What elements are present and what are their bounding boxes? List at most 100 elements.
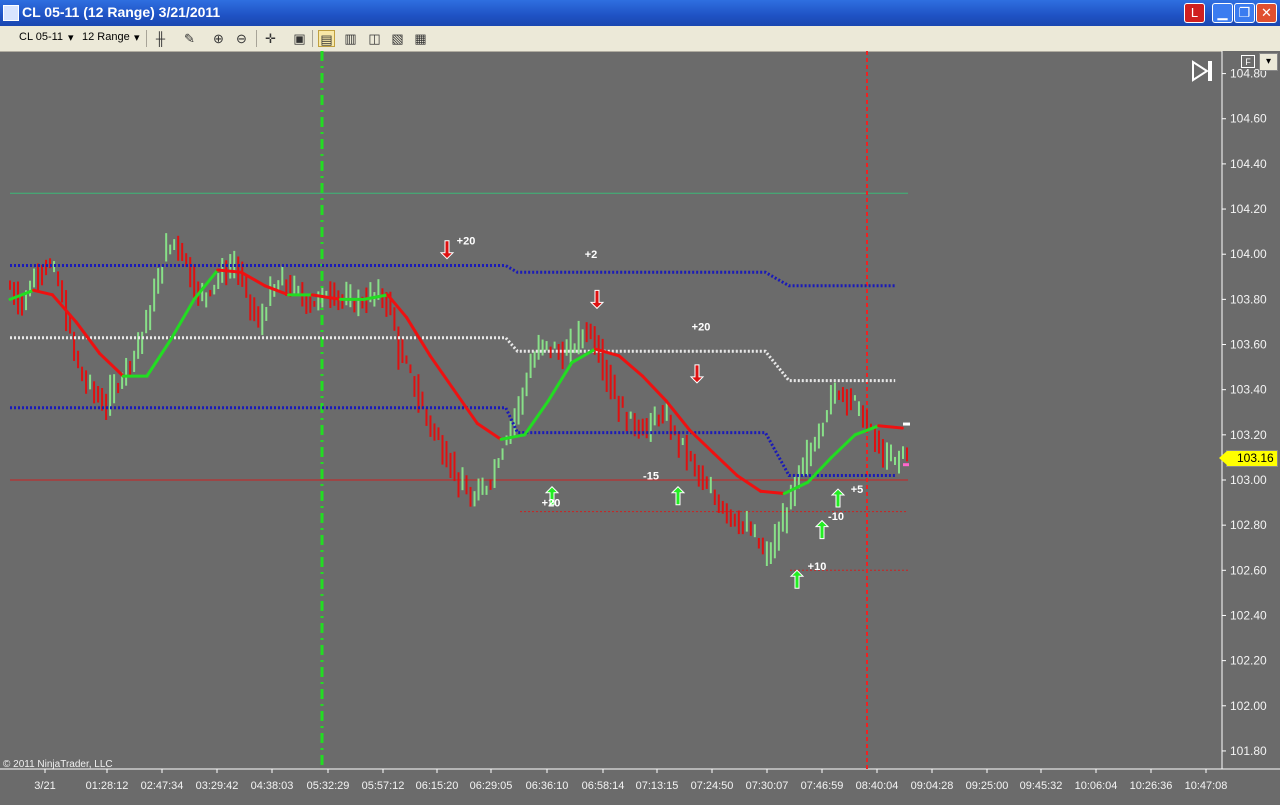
toolbar-separator (146, 30, 147, 47)
moving-average-segment (50, 293, 78, 324)
moving-average-segment (239, 270, 267, 288)
go-to-end-icon[interactable] (1192, 60, 1212, 82)
trade-annotation: +20 (692, 321, 711, 333)
x-tick-label: 10:47:08 (1185, 780, 1228, 792)
x-tick-label: 10:06:04 (1075, 780, 1118, 792)
y-tick-label: 102.60 (1230, 563, 1267, 577)
marker-white (903, 422, 910, 426)
price-chart[interactable]: 101.80 102.00 102.20 102.40 102.60 102.80 103.… (0, 51, 1280, 800)
zoom-out-icon[interactable]: ⊖ (233, 30, 250, 47)
y-tick-label: 102.00 (1230, 699, 1267, 713)
current-price-marker: 103.16 (1219, 450, 1278, 467)
moving-average-segment (169, 297, 196, 342)
x-tick-label: 10:26:36 (1130, 780, 1173, 792)
x-tick-label: 06:58:14 (582, 780, 625, 792)
properties-icon[interactable]: ▧ (389, 30, 406, 47)
pencil-icon[interactable]: ✎ (181, 30, 198, 47)
app-icon (3, 5, 19, 21)
sell-arrow-icon (589, 289, 605, 310)
y-tick-label: 103.20 (1230, 428, 1267, 442)
moving-average-segment (688, 428, 715, 455)
y-tick-label: 104.00 (1230, 247, 1267, 261)
moving-average-segment (829, 433, 857, 459)
panel-dropdown-button[interactable]: ▾ (1259, 53, 1278, 71)
moving-average-segment (782, 480, 810, 496)
alert-button[interactable]: L (1184, 3, 1205, 23)
moving-average-segment (523, 399, 550, 437)
moving-average-segment (428, 354, 456, 392)
y-tick-label: 102.80 (1230, 518, 1267, 532)
y-tick-label: 102.20 (1230, 654, 1267, 668)
moving-average-segment (711, 451, 739, 477)
go-to-end-shape (1192, 60, 1212, 82)
arrow-shape (830, 488, 846, 508)
y-tick-label: 103.80 (1230, 292, 1267, 306)
x-tick-label: 08:40:04 (856, 780, 899, 792)
buy-arrow-icon (789, 569, 805, 589)
sell-arrow-icon (439, 240, 455, 260)
trade-annotation: +20 (542, 498, 561, 510)
moving-average-segment (759, 489, 786, 496)
strategies-icon[interactable]: ◫ (366, 30, 383, 47)
x-tick-label: 09:45:32 (1020, 780, 1063, 792)
arrow-shape (814, 519, 830, 540)
x-tick-label: 06:15:20 (416, 780, 459, 792)
interval-selector[interactable]: 12 Range (82, 31, 130, 43)
trade-annotation: -15 (643, 470, 659, 482)
indicators-icon[interactable]: ▥ (342, 30, 359, 47)
instrument-dropdown-icon[interactable]: ▾ (68, 31, 74, 44)
moving-average-segment (617, 354, 645, 378)
x-tick-label: 06:36:10 (526, 780, 569, 792)
chart-trader-icon[interactable]: ▤ (318, 30, 335, 47)
trade-annotation: -10 (828, 511, 844, 523)
x-tick-label: 3/21 (34, 780, 55, 792)
chart-style-icon[interactable]: ╫ (152, 30, 169, 47)
lower-band-line (10, 406, 896, 477)
x-tick-label: 07:13:15 (636, 780, 679, 792)
x-tick-label: 07:46:59 (801, 780, 844, 792)
moving-average-segment (475, 422, 503, 441)
arrow-shape (589, 289, 605, 310)
moving-average-segment (499, 433, 527, 441)
x-tick-label: 03:29:42 (196, 780, 239, 792)
buy-arrow-icon (670, 486, 686, 506)
moving-average-segment (32, 288, 54, 297)
chart-toolbar: CL 05-11 ▾ 12 Range ▾ ╫ ✎ ⊕ ⊖ ✛ ▣ ▤ ▥ ◫ … (0, 26, 1280, 52)
interval-dropdown-icon[interactable]: ▾ (134, 31, 140, 44)
arrow-shape (670, 486, 686, 506)
y-tick-label: 104.20 (1230, 202, 1267, 216)
upper-band-line (10, 264, 896, 288)
chart-area[interactable]: 101.80 102.00 102.20 102.40 102.60 102.80 103.… (0, 51, 1280, 800)
zoom-in-icon[interactable]: ⊕ (210, 30, 227, 47)
y-tick-label: 103.60 (1230, 338, 1267, 352)
x-tick-label: 01:28:12 (86, 780, 129, 792)
moving-average-segment (735, 473, 763, 493)
copyright-text: © 2011 NinjaTrader, LLC (3, 759, 113, 770)
arrow-shape (439, 240, 455, 260)
minimize-button[interactable]: ▁ (1212, 3, 1233, 23)
x-tick-label: 02:47:34 (141, 780, 184, 792)
buy-arrow-icon (814, 519, 830, 540)
y-tick-label: 103.40 (1230, 383, 1267, 397)
restore-button[interactable]: ❐ (1234, 3, 1255, 23)
moving-average-segment (263, 284, 291, 297)
moving-average-segment (452, 388, 479, 426)
data-box-icon[interactable]: ▣ (291, 30, 308, 47)
y-tick-label: 102.40 (1230, 608, 1267, 622)
moving-average-segment (546, 361, 574, 403)
moving-average-segment (877, 424, 904, 430)
x-tick-label: 04:38:03 (251, 780, 294, 792)
marker-pink (903, 463, 909, 467)
close-button[interactable]: ✕ (1256, 3, 1277, 23)
templates-icon[interactable]: ▦ (412, 30, 429, 47)
instrument-selector[interactable]: CL 05-11 (19, 31, 63, 43)
arrow-shape (689, 364, 705, 384)
moving-average-segment (145, 338, 173, 378)
y-tick-label: 104.40 (1230, 157, 1267, 171)
x-tick-label: 05:32:29 (307, 780, 350, 792)
moving-average-segment (641, 374, 668, 403)
moving-average-segment (362, 293, 390, 301)
f-button[interactable]: F (1241, 55, 1255, 68)
crosshair-icon[interactable]: ✛ (262, 30, 279, 47)
y-tick-label: 103.00 (1230, 473, 1267, 487)
